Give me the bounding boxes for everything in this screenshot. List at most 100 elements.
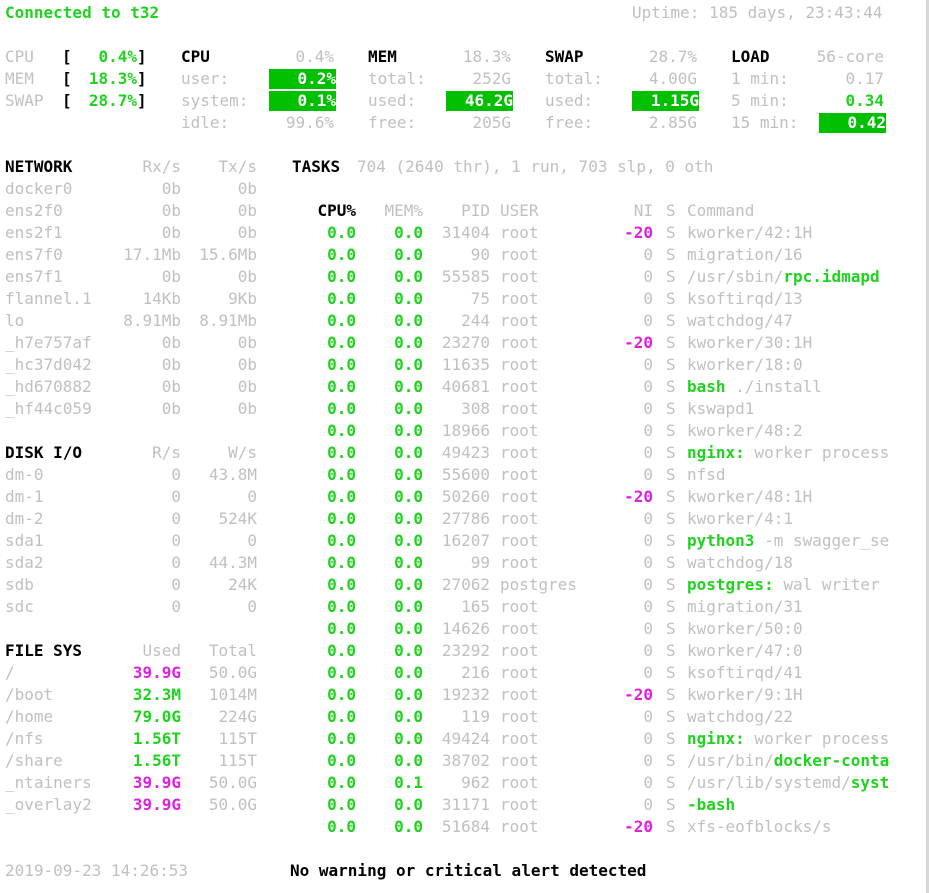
network-title: NETWORK [5,157,73,176]
process-state: S [666,641,676,660]
disk-read: 0 [171,575,181,594]
fs-used: 39.9G [132,795,181,814]
quicklook-bracket-close: ] [137,47,147,66]
cpu-header-value: 0.4% [295,47,334,66]
alert-message: No warning or critical alert detected [290,861,647,880]
process-mem: 0.0 [394,509,423,528]
process-user: root [500,421,539,440]
process-user: root [500,773,539,792]
process-nice: 0 [643,707,653,726]
fs-mount: _ntainers [5,773,92,792]
load-title: LOAD [731,47,770,66]
process-command-args: kworker/50:0 [687,619,803,638]
process-state: S [666,267,676,286]
process-command: kswapd1 [687,399,923,419]
network-rx: 0b [161,399,181,418]
load-row-label: 1 min: [731,69,789,88]
fs-used-header: Used [142,641,181,660]
fs-total: 50.0G [208,773,257,792]
network-interface: flannel.1 [5,289,92,308]
process-cpu: 0.0 [327,531,356,550]
process-mem: 0.0 [394,399,423,418]
network-rx: 8.91Mb [123,311,181,330]
process-state: S [666,707,676,726]
swap-header-value: 28.7% [648,47,697,66]
network-interface: _hc37d042 [5,355,92,374]
process-user: root [500,223,539,242]
process-command-args: kworker/18:0 [687,355,803,374]
cpu-row-value: 0.1% [269,91,336,111]
process-user: root [500,465,539,484]
process-command-args: wal writer [773,575,880,594]
process-pid: 308 [461,399,490,418]
process-command: nfsd [687,465,923,485]
connection-status: Connected to t32 [5,3,160,22]
disk-device: dm-0 [5,465,44,484]
process-command: kworker/47:0 [687,641,923,661]
network-interface: docker0 [5,179,73,198]
process-pid: 119 [461,707,490,726]
process-pid: 31404 [441,223,490,242]
process-state: S [666,619,676,638]
process-state: S [666,333,676,352]
swap-row-value: 2.85G [648,113,697,132]
tasks-title: TASKS [292,157,341,176]
process-cpu: 0.0 [327,267,356,286]
mem-row-label: total: [368,69,426,88]
process-state: S [666,289,676,308]
fs-mount: /nfs [5,729,44,748]
process-user: root [500,399,539,418]
process-user: root [500,685,539,704]
process-pid: 99 [470,553,490,572]
col-state-header: S [666,201,676,220]
disk-write: 524K [218,509,257,528]
process-pid: 38702 [441,751,490,770]
quicklook-label: SWAP [5,91,44,110]
cpu-row-label: system: [181,91,249,110]
load-row-label: 5 min: [731,91,789,110]
process-pid: 19232 [441,685,490,704]
process-nice: 0 [643,597,653,616]
process-pid: 75 [470,289,490,308]
fs-total: 50.0G [208,663,257,682]
quicklook-value: 18.3% [88,69,137,88]
process-command: kworker/4:1 [687,509,923,529]
col-ni-header: NI [633,201,653,220]
fs-used: 79.0G [132,707,181,726]
process-state: S [666,795,676,814]
disk-write: 43.8M [208,465,257,484]
col-cpu-header: CPU% [317,201,356,220]
process-user: root [500,619,539,638]
process-pid: 55585 [441,267,490,286]
process-pid: 49423 [441,443,490,462]
network-rx: 14Kb [142,289,181,308]
process-command-path: /usr/sbin/ [687,267,784,286]
process-nice: 0 [643,531,653,550]
network-rx: 0b [161,201,181,220]
process-cpu: 0.0 [327,663,356,682]
cpu-row-label: user: [181,69,230,88]
process-mem: 0.0 [394,245,423,264]
network-rx: 0b [161,223,181,242]
fs-mount: /home [5,707,54,726]
fs-total: 50.0G [208,795,257,814]
process-mem: 0.0 [394,575,423,594]
process-cpu: 0.0 [327,289,356,308]
fs-used: 39.9G [132,663,181,682]
process-pid: 23270 [441,333,490,352]
disk-read: 0 [171,531,181,550]
process-pid: 31171 [441,795,490,814]
process-cpu: 0.0 [327,421,356,440]
network-interface: _h7e757af [5,333,92,352]
process-mem: 0.0 [394,443,423,462]
process-pid: 40681 [441,377,490,396]
process-user: root [500,531,539,550]
load-row-value: 0.34 [845,91,884,110]
process-user: root [500,641,539,660]
col-pid-header: PID [461,201,490,220]
process-user: root [500,333,539,352]
process-command-binary: docker-conta [773,751,890,770]
network-tx: 0b [237,377,257,396]
process-pid: 50260 [441,487,490,506]
filesystem-title: FILE SYS [5,641,83,660]
